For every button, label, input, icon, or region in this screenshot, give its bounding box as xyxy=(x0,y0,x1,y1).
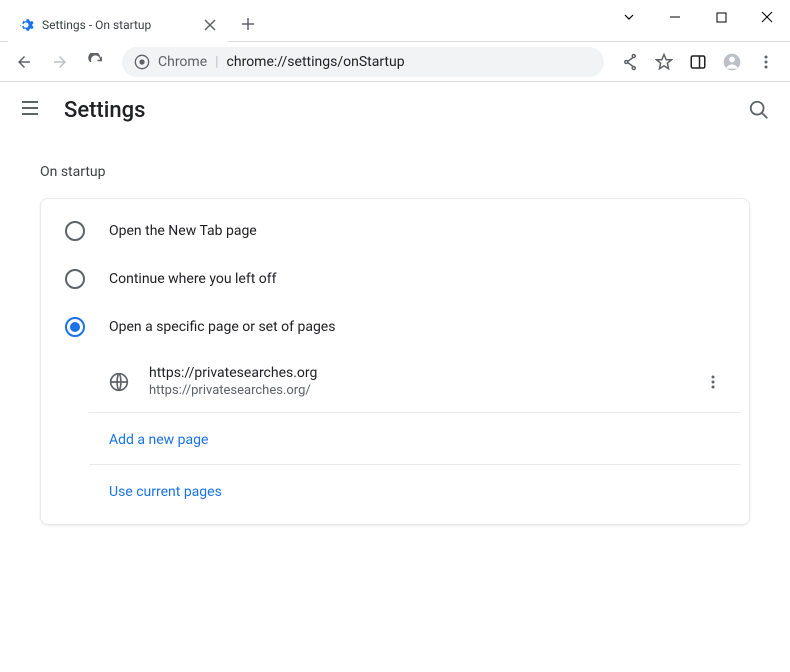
reload-button[interactable] xyxy=(80,46,112,78)
radio-label: Open the New Tab page xyxy=(109,223,257,239)
bookmark-icon[interactable] xyxy=(648,46,680,78)
browser-tab[interactable]: Settings - On startup xyxy=(8,8,228,42)
settings-header: Settings xyxy=(0,82,790,138)
startup-card: Open the New Tab page Continue where you… xyxy=(40,198,750,525)
back-button[interactable] xyxy=(8,46,40,78)
profile-icon[interactable] xyxy=(716,46,748,78)
window-controls xyxy=(606,0,790,34)
startup-page-row: https://privatesearches.org https://priv… xyxy=(89,351,741,413)
address-bar[interactable]: Chrome | chrome://settings/onStartup xyxy=(122,47,604,77)
hamburger-icon[interactable] xyxy=(20,98,44,122)
radio-option-specific[interactable]: Open a specific page or set of pages xyxy=(41,303,749,351)
add-page-row: Add a new page xyxy=(89,413,741,465)
section-title: On startup xyxy=(40,164,750,180)
tab-title: Settings - On startup xyxy=(42,18,202,32)
radio-icon xyxy=(65,269,85,289)
use-current-link[interactable]: Use current pages xyxy=(109,484,222,500)
page-entry-url: https://privatesearches.org/ xyxy=(149,383,701,398)
sidepanel-icon[interactable] xyxy=(682,46,714,78)
radio-label: Continue where you left off xyxy=(109,271,277,287)
radio-label: Open a specific page or set of pages xyxy=(109,319,335,335)
settings-content: On startup Open the New Tab page Continu… xyxy=(0,138,790,533)
search-icon[interactable] xyxy=(748,99,770,121)
radio-icon xyxy=(65,317,85,337)
kebab-icon[interactable] xyxy=(701,370,725,394)
page-title: Settings xyxy=(64,98,748,123)
gear-icon xyxy=(18,17,34,33)
chrome-icon xyxy=(134,54,150,70)
close-tab-icon[interactable] xyxy=(202,17,218,33)
share-icon[interactable] xyxy=(614,46,646,78)
page-entry-title: https://privatesearches.org xyxy=(149,365,701,381)
omnibox-url: chrome://settings/onStartup xyxy=(227,54,405,70)
globe-icon xyxy=(109,372,129,392)
window-dropdown-icon[interactable] xyxy=(606,0,652,34)
add-page-link[interactable]: Add a new page xyxy=(109,432,208,448)
use-current-row: Use current pages xyxy=(89,465,741,516)
window-titlebar: Settings - On startup xyxy=(0,0,790,42)
browser-toolbar: Chrome | chrome://settings/onStartup xyxy=(0,42,790,82)
forward-button[interactable] xyxy=(44,46,76,78)
minimize-button[interactable] xyxy=(652,0,698,34)
maximize-button[interactable] xyxy=(698,0,744,34)
startup-pages-sub: https://privatesearches.org https://priv… xyxy=(89,351,741,516)
menu-icon[interactable] xyxy=(750,46,782,78)
close-window-button[interactable] xyxy=(744,0,790,34)
radio-option-newtab[interactable]: Open the New Tab page xyxy=(41,207,749,255)
omnibox-prefix: Chrome xyxy=(158,54,207,70)
omnibox-divider: | xyxy=(215,54,218,70)
new-tab-button[interactable] xyxy=(234,10,262,38)
radio-icon xyxy=(65,221,85,241)
radio-option-continue[interactable]: Continue where you left off xyxy=(41,255,749,303)
